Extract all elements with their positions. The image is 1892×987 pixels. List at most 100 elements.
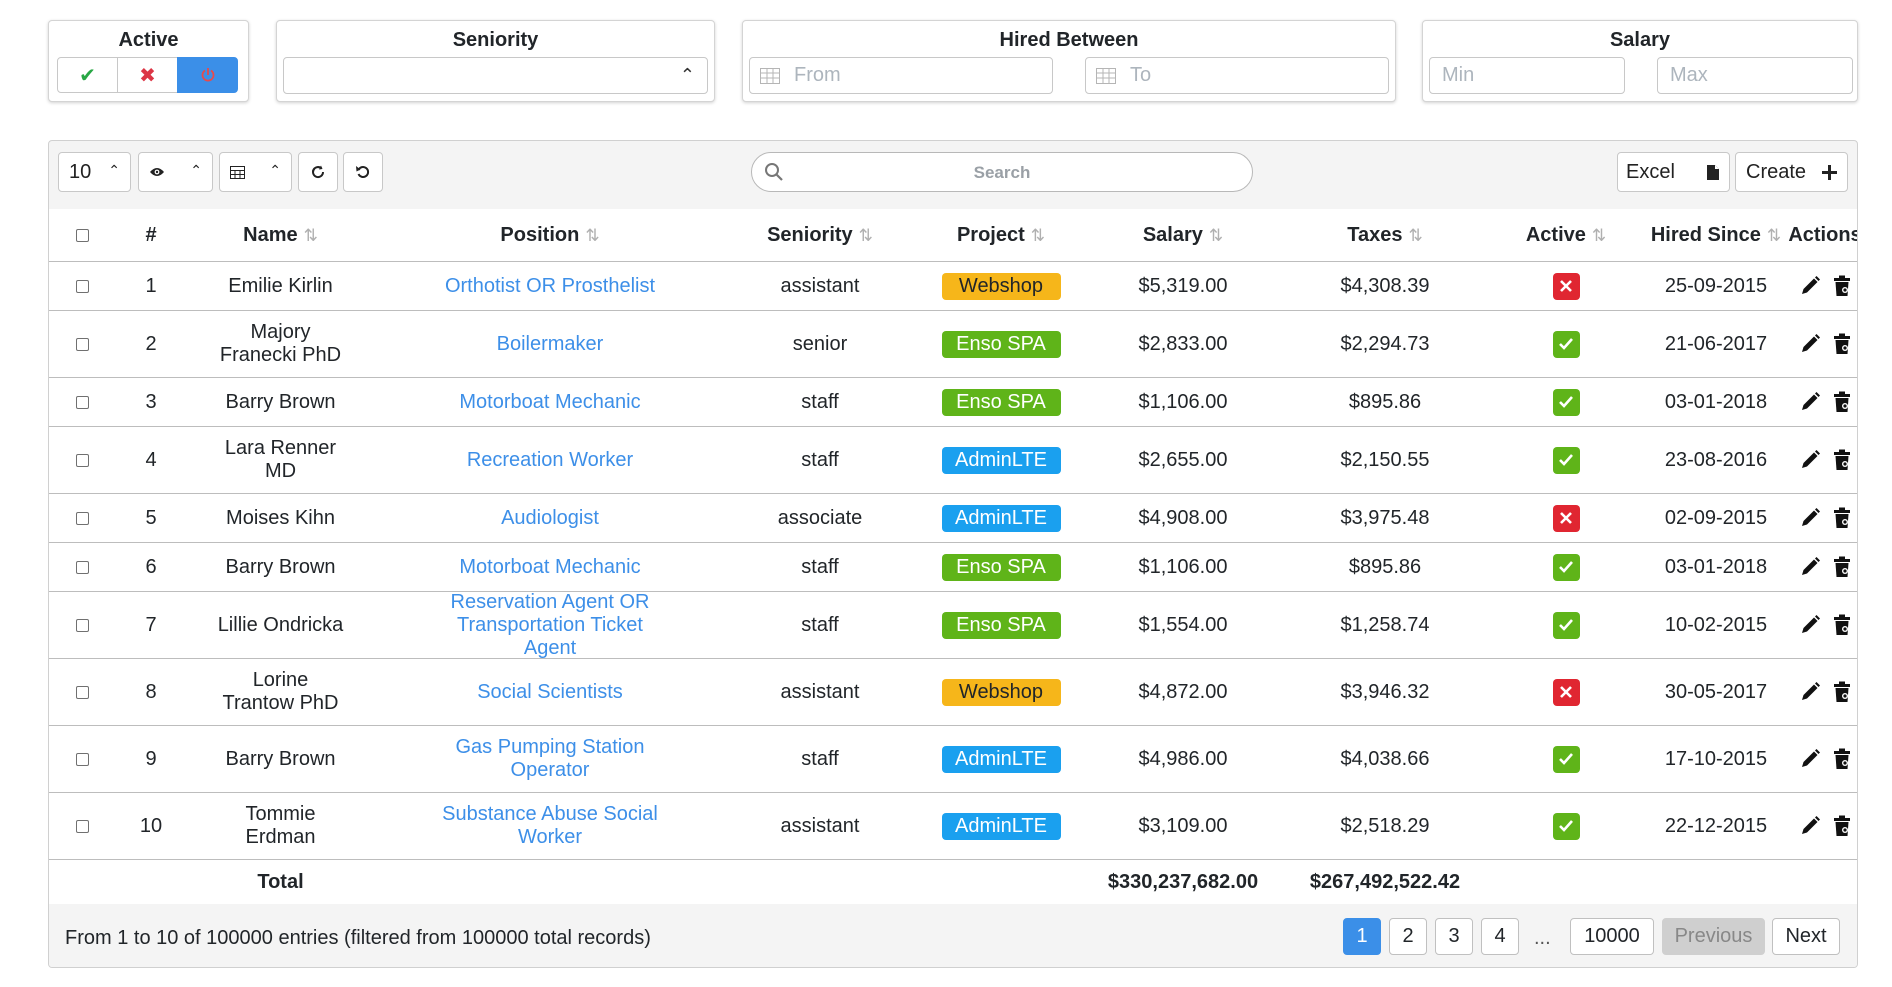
project-badge: Enso SPA: [941, 330, 1061, 358]
delete-icon[interactable]: [1833, 556, 1851, 578]
check-icon: ✔: [79, 64, 96, 87]
position-link[interactable]: Motorboat Mechanic: [459, 391, 640, 414]
cell-salary: $1,106.00: [1138, 555, 1228, 578]
delete-icon[interactable]: [1833, 449, 1851, 471]
cell-hired: 30-05-2017: [1664, 680, 1768, 703]
edit-icon[interactable]: [1799, 507, 1821, 529]
row-checkbox[interactable]: [76, 453, 89, 467]
seniority-select[interactable]: ⌃: [283, 57, 708, 94]
active-no-button[interactable]: ✖: [117, 57, 178, 93]
row-checkbox[interactable]: [76, 279, 89, 293]
delete-icon[interactable]: [1833, 815, 1851, 837]
select-all-checkbox[interactable]: [76, 228, 89, 242]
cell-actions: [1791, 793, 1857, 859]
position-link[interactable]: Gas Pumping Station Operator: [430, 736, 670, 782]
table-row: 10 Tommie Erdman Substance Abuse Social Wo…: [49, 793, 1857, 860]
power-icon: [201, 68, 214, 82]
row-checkbox[interactable]: [76, 511, 89, 525]
row-checkbox[interactable]: [76, 819, 89, 833]
create-button[interactable]: Create: [1735, 152, 1848, 192]
salary-min-input[interactable]: Min: [1429, 57, 1625, 94]
header-project[interactable]: Project ⇅: [915, 209, 1087, 261]
delete-icon[interactable]: [1833, 507, 1851, 529]
sort-icon: ⇅: [858, 225, 873, 245]
edit-icon[interactable]: [1799, 333, 1821, 355]
edit-icon[interactable]: [1799, 275, 1821, 297]
active-yes-button[interactable]: ✔: [57, 57, 118, 93]
cell-position: Audiologist: [375, 494, 725, 542]
header-hired[interactable]: Hired Since ⇅: [1641, 209, 1791, 261]
hired-to-input[interactable]: To: [1085, 57, 1389, 94]
entries-info: From 1 to 10 of 100000 entries (filtered…: [65, 927, 651, 949]
position-link[interactable]: Social Scientists: [477, 681, 623, 704]
page-4-button[interactable]: 4: [1481, 918, 1519, 955]
active-filter: Active ✔ ✖: [48, 20, 249, 102]
active-any-button[interactable]: [177, 57, 238, 93]
position-link[interactable]: Orthotist OR Prosthelist: [445, 275, 655, 298]
hired-from-input[interactable]: From: [749, 57, 1053, 94]
position-link[interactable]: Motorboat Mechanic: [459, 556, 640, 579]
search-input[interactable]: Search: [751, 152, 1253, 192]
salary-max-input[interactable]: Max: [1657, 57, 1853, 94]
cell-salary: $2,833.00: [1138, 332, 1228, 355]
next-button[interactable]: Next: [1772, 918, 1840, 955]
previous-button[interactable]: Previous: [1662, 918, 1765, 955]
edit-icon[interactable]: [1799, 815, 1821, 837]
row-checkbox[interactable]: [76, 618, 89, 632]
cell-project: Webshop: [915, 262, 1087, 310]
edit-icon[interactable]: [1799, 614, 1821, 636]
cell-seniority: staff: [801, 555, 839, 578]
header-active[interactable]: Active ⇅: [1491, 209, 1641, 261]
edit-icon[interactable]: [1799, 556, 1821, 578]
delete-icon[interactable]: [1833, 748, 1851, 770]
row-checkbox[interactable]: [76, 337, 89, 351]
edit-icon[interactable]: [1799, 681, 1821, 703]
table-row: 4 Lara Renner MD Recreation Worker staff Adm…: [49, 427, 1857, 494]
row-checkbox[interactable]: [76, 560, 89, 574]
row-checkbox[interactable]: [76, 752, 89, 766]
edit-icon[interactable]: [1799, 391, 1821, 413]
project-badge: AdminLTE: [941, 504, 1061, 532]
column-visibility-button[interactable]: ⌃: [138, 152, 213, 192]
row-actions: [1799, 614, 1851, 636]
header-position[interactable]: Position ⇅: [375, 209, 725, 261]
delete-icon[interactable]: [1833, 614, 1851, 636]
excel-export-button[interactable]: Excel: [1617, 152, 1730, 192]
reload-button[interactable]: [298, 152, 338, 192]
table-icon: [230, 165, 245, 179]
last-page-button[interactable]: 10000: [1570, 918, 1654, 955]
cell-position: Gas Pumping Station Operator: [375, 726, 725, 792]
position-link[interactable]: Boilermaker: [497, 333, 604, 356]
header-taxes[interactable]: Taxes ⇅: [1279, 209, 1491, 261]
table-style-button[interactable]: ⌃: [219, 152, 292, 192]
header-name[interactable]: Name ⇅: [186, 209, 375, 261]
position-link[interactable]: Reservation Agent OR Transportation Tick…: [430, 591, 670, 660]
cell-actions: [1791, 311, 1857, 377]
delete-icon[interactable]: [1833, 333, 1851, 355]
calendar-icon: [1096, 67, 1116, 84]
header-seniority[interactable]: Seniority ⇅: [725, 209, 915, 261]
page-3-button[interactable]: 3: [1435, 918, 1473, 955]
delete-icon[interactable]: [1833, 391, 1851, 413]
page-2-button[interactable]: 2: [1389, 918, 1427, 955]
row-checkbox[interactable]: [76, 395, 89, 409]
cell-seniority: assistant: [780, 814, 860, 837]
page-1-button[interactable]: 1: [1343, 918, 1381, 955]
position-link[interactable]: Recreation Worker: [467, 449, 633, 472]
delete-icon[interactable]: [1833, 275, 1851, 297]
edit-icon[interactable]: [1799, 748, 1821, 770]
edit-icon[interactable]: [1799, 449, 1821, 471]
position-link[interactable]: Audiologist: [501, 507, 599, 530]
row-checkbox[interactable]: [76, 685, 89, 699]
name-text: Barry Brown: [225, 747, 336, 770]
check-icon: [1559, 396, 1573, 408]
header-salary[interactable]: Salary ⇅: [1087, 209, 1279, 261]
header-active-label: Active: [1525, 223, 1586, 246]
per-page-select[interactable]: 10 ⌃: [58, 152, 131, 192]
cell-taxes: $2,518.29: [1340, 814, 1430, 837]
reset-button[interactable]: [343, 152, 383, 192]
row-actions: [1799, 275, 1851, 297]
delete-icon[interactable]: [1833, 681, 1851, 703]
hired-between-filter: Hired Between From To: [742, 20, 1396, 102]
position-link[interactable]: Substance Abuse Social Worker: [430, 803, 670, 849]
